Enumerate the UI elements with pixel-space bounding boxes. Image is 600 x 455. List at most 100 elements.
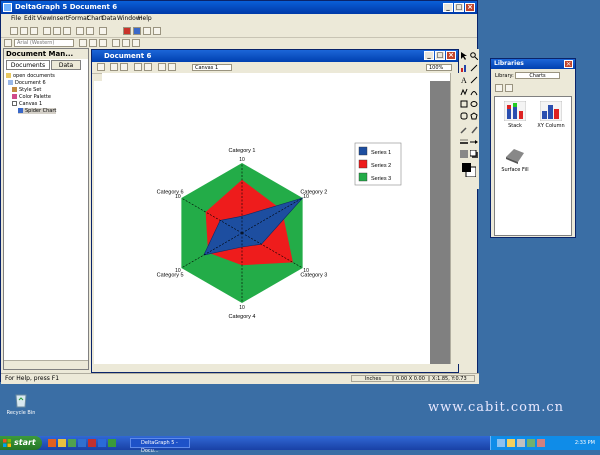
tree-item-open-documents[interactable]: open documents: [6, 73, 55, 79]
tray-security-icon[interactable]: [527, 439, 535, 447]
arrange-icon[interactable]: [153, 27, 161, 35]
bold-icon[interactable]: [79, 39, 87, 47]
tray-app-icon[interactable]: [517, 439, 525, 447]
align-left-icon[interactable]: [112, 39, 120, 47]
font-select[interactable]: Arial (Western): [14, 39, 74, 47]
chart-tool-icon[interactable]: [460, 64, 468, 72]
menu-help[interactable]: Help: [138, 15, 152, 22]
legend-swatch: [358, 159, 368, 169]
cut-icon[interactable]: [43, 27, 51, 35]
library-list-icon[interactable]: [505, 84, 513, 92]
text-icon[interactable]: [143, 27, 151, 35]
maximize-icon[interactable]: □: [454, 3, 464, 12]
library-item-label: Surface Fill: [501, 167, 529, 173]
radar-chart[interactable]: 10Category 110Category 210Category 310Ca…: [102, 81, 430, 364]
back-icon[interactable]: [168, 63, 176, 71]
libraries-close-icon[interactable]: ×: [564, 60, 573, 68]
menu-view[interactable]: View: [37, 15, 51, 22]
group-icon[interactable]: [134, 63, 142, 71]
quicklaunch-folder-icon[interactable]: [58, 439, 66, 447]
polyline-icon[interactable]: [460, 88, 468, 96]
italic-icon[interactable]: [89, 39, 97, 47]
align-center-icon[interactable]: [122, 39, 130, 47]
tray-network-icon[interactable]: [497, 439, 505, 447]
pen-icon[interactable]: [470, 64, 478, 72]
copy-icon[interactable]: [53, 27, 61, 35]
align-right-icon[interactable]: [132, 39, 140, 47]
format-icon[interactable]: [4, 39, 12, 47]
undo-icon[interactable]: [76, 27, 84, 35]
quicklaunch-excel-icon[interactable]: [108, 439, 116, 447]
tray-volume-icon[interactable]: [507, 439, 515, 447]
doc-minimize-icon[interactable]: _: [424, 51, 434, 60]
menu-format[interactable]: Format: [68, 15, 89, 22]
menu-file[interactable]: File: [11, 15, 21, 22]
line-weight-icon[interactable]: [460, 138, 468, 146]
menu-edit[interactable]: Edit: [24, 15, 36, 22]
vertical-scrollbar[interactable]: [450, 73, 459, 364]
zoom-select[interactable]: 100%: [426, 64, 452, 71]
library-item-stack[interactable]: Stack: [497, 100, 533, 129]
ungroup-icon[interactable]: [144, 63, 152, 71]
canvas-select[interactable]: Canvas 1: [192, 64, 232, 71]
quicklaunch-app-icon[interactable]: [68, 439, 76, 447]
tree-item-document-6[interactable]: Document 6: [8, 80, 46, 86]
doc-close-icon[interactable]: ×: [446, 51, 456, 60]
minimize-icon[interactable]: _: [443, 3, 453, 12]
library-view-icon[interactable]: [495, 84, 503, 92]
underline-icon[interactable]: [99, 39, 107, 47]
recycle-bin[interactable]: Recycle Bin: [6, 392, 36, 416]
curve-icon[interactable]: [470, 88, 478, 96]
polygon-icon[interactable]: [470, 112, 478, 120]
quicklaunch-word-icon[interactable]: [98, 439, 106, 447]
text-tool-icon[interactable]: A: [460, 76, 468, 84]
color-swatch-icon[interactable]: [462, 163, 476, 177]
open-icon[interactable]: [20, 27, 28, 35]
horizontal-scrollbar[interactable]: [4, 360, 88, 369]
rectangle-icon[interactable]: [460, 100, 468, 108]
menu-insert[interactable]: Insert: [51, 15, 68, 22]
line-icon[interactable]: [470, 76, 478, 84]
canvas-page[interactable]: 10 Category 1 10 Category 2 10 Category 3 10 Ca…: [102, 81, 430, 364]
quicklaunch-ie-icon[interactable]: [78, 439, 86, 447]
library-select[interactable]: Charts: [515, 72, 560, 79]
tree-item-style-set[interactable]: Style Set: [12, 87, 41, 93]
zoom-icon[interactable]: [470, 52, 478, 60]
arrow-style-icon[interactable]: [470, 138, 478, 146]
layout-icon[interactable]: [110, 63, 118, 71]
data-icon[interactable]: [133, 27, 141, 35]
grid-icon[interactable]: [120, 63, 128, 71]
tab-data[interactable]: Data: [51, 60, 81, 70]
redo-icon[interactable]: [86, 27, 94, 35]
doc-maximize-icon[interactable]: □: [435, 51, 445, 60]
front-icon[interactable]: [158, 63, 166, 71]
library-item-surface-fill[interactable]: Surface Fill: [497, 145, 533, 173]
chart-icon[interactable]: [123, 27, 131, 35]
rounded-rect-icon[interactable]: [460, 112, 468, 120]
ellipse-icon[interactable]: [470, 100, 478, 108]
tab-documents[interactable]: Documents: [6, 60, 50, 70]
tree-item-canvas-1[interactable]: Canvas 1: [12, 101, 42, 107]
document-scroll-area[interactable]: [92, 364, 458, 372]
page-view-icon[interactable]: [97, 63, 105, 71]
quicklaunch-browser-icon[interactable]: [48, 439, 56, 447]
eyedropper-icon[interactable]: [460, 126, 468, 134]
print-icon[interactable]: [99, 27, 107, 35]
start-button[interactable]: start: [0, 436, 42, 450]
tray-update-icon[interactable]: [537, 439, 545, 447]
brush-icon[interactable]: [470, 126, 478, 134]
library-item-xy-column[interactable]: XY Column: [533, 100, 569, 129]
tree-item-color-palette[interactable]: Color Palette: [12, 94, 51, 100]
taskbar-deltagraph-button[interactable]: DeltaGraph 5 - Docu...: [130, 438, 190, 454]
shadow-icon[interactable]: [470, 150, 478, 158]
close-icon[interactable]: ×: [465, 3, 475, 12]
pattern-icon[interactable]: [460, 150, 468, 158]
paste-icon[interactable]: [63, 27, 71, 35]
save-icon[interactable]: [30, 27, 38, 35]
menu-data[interactable]: Data: [102, 15, 116, 22]
quicklaunch-media-icon[interactable]: [88, 439, 96, 447]
new-icon[interactable]: [10, 27, 18, 35]
pointer-icon[interactable]: [460, 52, 468, 60]
style-set-icon: [12, 87, 17, 92]
tree-item-spider-chart[interactable]: Spider Chart: [18, 108, 57, 114]
